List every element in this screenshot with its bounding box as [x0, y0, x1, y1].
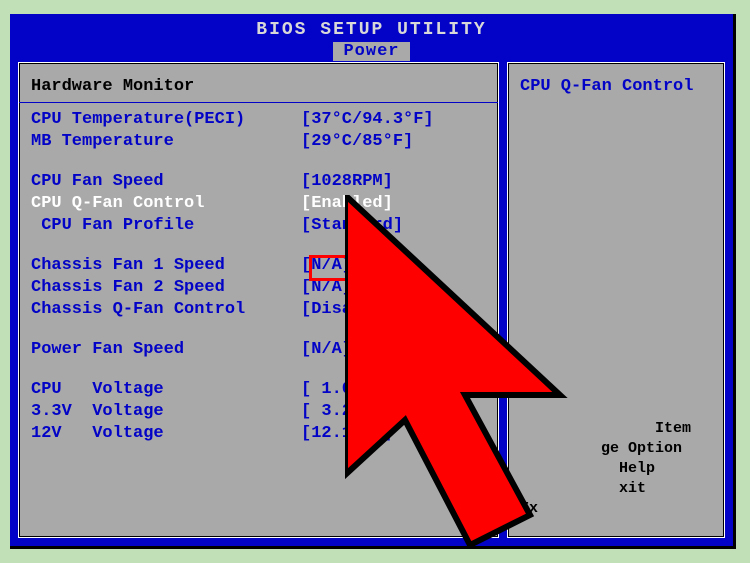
setting-label: CPU Voltage	[31, 379, 301, 401]
setting-label: CPU Q-Fan Control	[31, 193, 301, 215]
help-heading: CPU Q-Fan Control	[520, 77, 712, 96]
setting-value[interactable]: [N/A]	[301, 339, 352, 361]
setting-value[interactable]: [Disabled]	[301, 299, 403, 321]
setting-label: CPU Temperature(PECI)	[31, 109, 301, 131]
setting-label: Chassis Fan 1 Speed	[31, 255, 301, 277]
setting-value[interactable]: [12.152V]	[301, 423, 393, 445]
setting-row[interactable]: 3.3V Voltage[ 3.296V]	[31, 401, 486, 423]
setting-row[interactable]: CPU Temperature(PECI)[37°C/94.3°F]	[31, 109, 486, 131]
panel-help: CPU Q-Fan Control Item ge Option Help xi…	[507, 62, 725, 538]
row-gap	[31, 361, 486, 379]
setting-row[interactable]: Power Fan Speed[N/A]	[31, 339, 486, 361]
setting-row[interactable]: CPU Fan Speed[1028RPM]	[31, 171, 486, 193]
setting-row[interactable]: CPU Fan Profile[Standard]	[31, 215, 486, 237]
setting-row[interactable]: Chassis Q-Fan Control[Disabled]	[31, 299, 486, 321]
row-gap	[31, 237, 486, 255]
divider	[19, 102, 498, 103]
setting-row[interactable]: Chassis Fan 1 Speed[N/A]	[31, 255, 486, 277]
setting-value[interactable]: [Enabled]	[301, 193, 393, 215]
setting-row[interactable]: MB Temperature[29°C/85°F]	[31, 131, 486, 153]
setting-label: 3.3V Voltage	[31, 401, 301, 423]
row-gap	[31, 321, 486, 339]
setting-row[interactable]: Chassis Fan 2 Speed[N/A]	[31, 277, 486, 299]
panels: Hardware Monitor CPU Temperature(PECI)[3…	[18, 62, 725, 538]
row-gap	[31, 153, 486, 171]
settings-list: CPU Temperature(PECI)[37°C/94.3°F]MB Tem…	[31, 109, 486, 445]
setting-row[interactable]: CPU Q-Fan Control[Enabled]	[31, 193, 486, 215]
tab-power[interactable]: Power	[333, 42, 409, 61]
panel-heading: Hardware Monitor	[31, 77, 486, 96]
bios-window: BIOS SETUP UTILITY Power Hardware Monito…	[10, 14, 736, 549]
setting-value[interactable]: [ 3.296V]	[301, 401, 393, 423]
setting-value[interactable]: [37°C/94.3°F]	[301, 109, 434, 131]
setting-label: Chassis Fan 2 Speed	[31, 277, 301, 299]
setting-value[interactable]: [N/A]	[301, 255, 352, 277]
setting-label: MB Temperature	[31, 131, 301, 153]
setting-value[interactable]: [1028RPM]	[301, 171, 393, 193]
setting-value[interactable]: [N/A]	[301, 277, 352, 299]
setting-row[interactable]: 12V Voltage[12.152V]	[31, 423, 486, 445]
window-title: BIOS SETUP UTILITY	[10, 14, 733, 42]
setting-label: CPU Fan Profile	[31, 215, 301, 237]
setting-label: CPU Fan Speed	[31, 171, 301, 193]
setting-label: Chassis Q-Fan Control	[31, 299, 301, 321]
setting-label: Power Fan Speed	[31, 339, 301, 361]
setting-value[interactable]: [29°C/85°F]	[301, 131, 413, 153]
setting-label: 12V Voltage	[31, 423, 301, 445]
help-text: Item ge Option Help xit Ex	[520, 419, 712, 519]
setting-row[interactable]: CPU Voltage[ 1.096V]	[31, 379, 486, 401]
panel-hardware-monitor: Hardware Monitor CPU Temperature(PECI)[3…	[18, 62, 499, 538]
setting-value[interactable]: [ 1.096V]	[301, 379, 393, 401]
setting-value[interactable]: [Standard]	[301, 215, 403, 237]
tab-bar: Power	[10, 42, 733, 64]
